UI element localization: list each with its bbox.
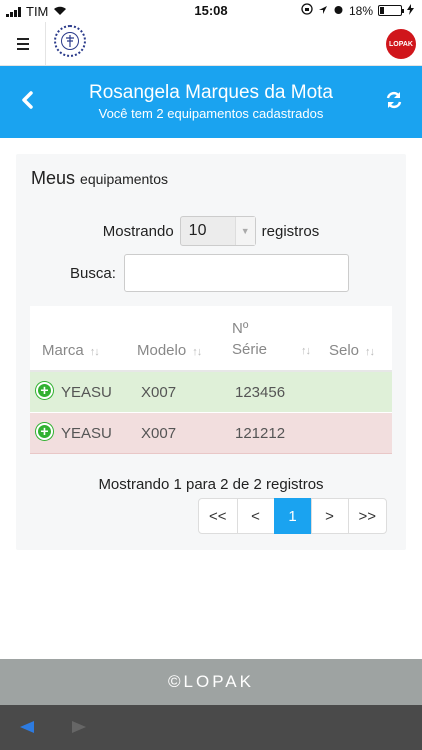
column-modelo[interactable]: Modelo ↑↓ [137, 342, 202, 359]
lopak-logo: LOPAK [386, 29, 416, 59]
hamburger-icon [16, 38, 29, 40]
browser-toolbar [0, 705, 422, 750]
column-selo-label: Selo [329, 342, 360, 359]
sort-icon: ↑↓ [192, 346, 202, 358]
battery-percent: 18% [348, 3, 373, 18]
column-marca[interactable]: Marca ↑↓ [42, 342, 100, 359]
browser-back-icon[interactable] [20, 721, 34, 733]
page-next-button[interactable]: > [310, 498, 349, 534]
app-bar: LOPAK [0, 22, 422, 66]
search-row: Busca: [70, 254, 349, 292]
page-length-value: 10 [188, 222, 207, 239]
page-header: Rosangela Marques da Mota Você tem 2 equ… [0, 66, 422, 138]
orientation-lock-icon [301, 3, 313, 18]
alarm-icon [333, 4, 344, 18]
sort-icon: ↑↓ [301, 345, 311, 357]
table-header: Marca ↑↓ Modelo ↑↓ Nº Série ↑↓ Selo ↑↓ [30, 306, 392, 372]
page-length-select[interactable]: 10 ▼ [179, 216, 256, 246]
pagination: << < 1 > >> [198, 498, 388, 534]
equipment-card: Meus equipamentos Mostrando 10 ▼ registr… [16, 154, 406, 550]
column-selo[interactable]: Selo ↑↓ [329, 342, 375, 359]
menu-button[interactable] [0, 22, 46, 66]
footer: ©LOPAK [0, 659, 422, 705]
page-prev-button[interactable]: < [236, 498, 275, 534]
expand-plus-icon[interactable]: + [36, 382, 53, 399]
footer-brand: ©LOPAK [168, 672, 254, 691]
dropdown-arrow-icon: ▼ [234, 217, 255, 245]
page-length-row: Mostrando 10 ▼ registros [16, 216, 406, 246]
status-right: 18% [301, 3, 414, 18]
cell-serie: 123456 [235, 384, 286, 401]
column-serie-label-1: Nº [232, 320, 249, 337]
browser-forward-icon[interactable] [72, 721, 86, 733]
cell-marca: YEASU [61, 425, 112, 442]
card-title-small: equipamentos [80, 171, 168, 187]
refresh-button[interactable] [384, 90, 406, 112]
sort-icon: ↑↓ [89, 346, 100, 358]
search-label: Busca: [70, 264, 116, 282]
cell-modelo: X007 [141, 425, 177, 442]
length-prefix: Mostrando [102, 222, 174, 240]
antenna-icon [61, 32, 79, 50]
page-title: Rosangela Marques da Mota [89, 82, 333, 103]
page-1-button[interactable]: 1 [273, 498, 312, 534]
card-title-main: Meus [31, 168, 76, 188]
equipment-table: Marca ↑↓ Modelo ↑↓ Nº Série ↑↓ Selo ↑↓ + YEA… [30, 306, 392, 454]
cell-modelo: X007 [141, 384, 177, 401]
table-row[interactable]: + YEASU X007 121212 [30, 413, 392, 454]
length-suffix: registros [261, 222, 320, 240]
card-title: Meus equipamentos [31, 168, 168, 189]
search-input[interactable] [123, 254, 349, 292]
expand-plus-icon[interactable]: + [36, 423, 53, 440]
sort-icon: ↑↓ [365, 346, 375, 358]
column-serie[interactable]: Nº Série ↑↓ [232, 320, 311, 358]
page-last-button[interactable]: >> [347, 498, 388, 534]
page-subtitle: Você tem 2 equipamentos cadastrados [98, 106, 324, 121]
table-row[interactable]: + YEASU X007 123456 [30, 372, 392, 413]
table-info: Mostrando 1 para 2 de 2 registros [98, 476, 324, 493]
cell-serie: 121212 [235, 425, 286, 442]
charging-icon [407, 3, 414, 18]
club-logo [54, 25, 86, 57]
refresh-icon [386, 91, 402, 109]
location-icon [318, 4, 328, 18]
cell-marca: YEASU [61, 384, 112, 401]
status-bar: TIM 15:08 18% [0, 0, 422, 22]
column-marca-label: Marca [42, 342, 84, 359]
column-modelo-label: Modelo [137, 342, 187, 359]
page-first-button[interactable]: << [198, 498, 238, 534]
column-serie-label-2: Série [232, 341, 268, 358]
lopak-logo-text: LOPAK [389, 40, 413, 48]
battery-icon [378, 5, 404, 16]
